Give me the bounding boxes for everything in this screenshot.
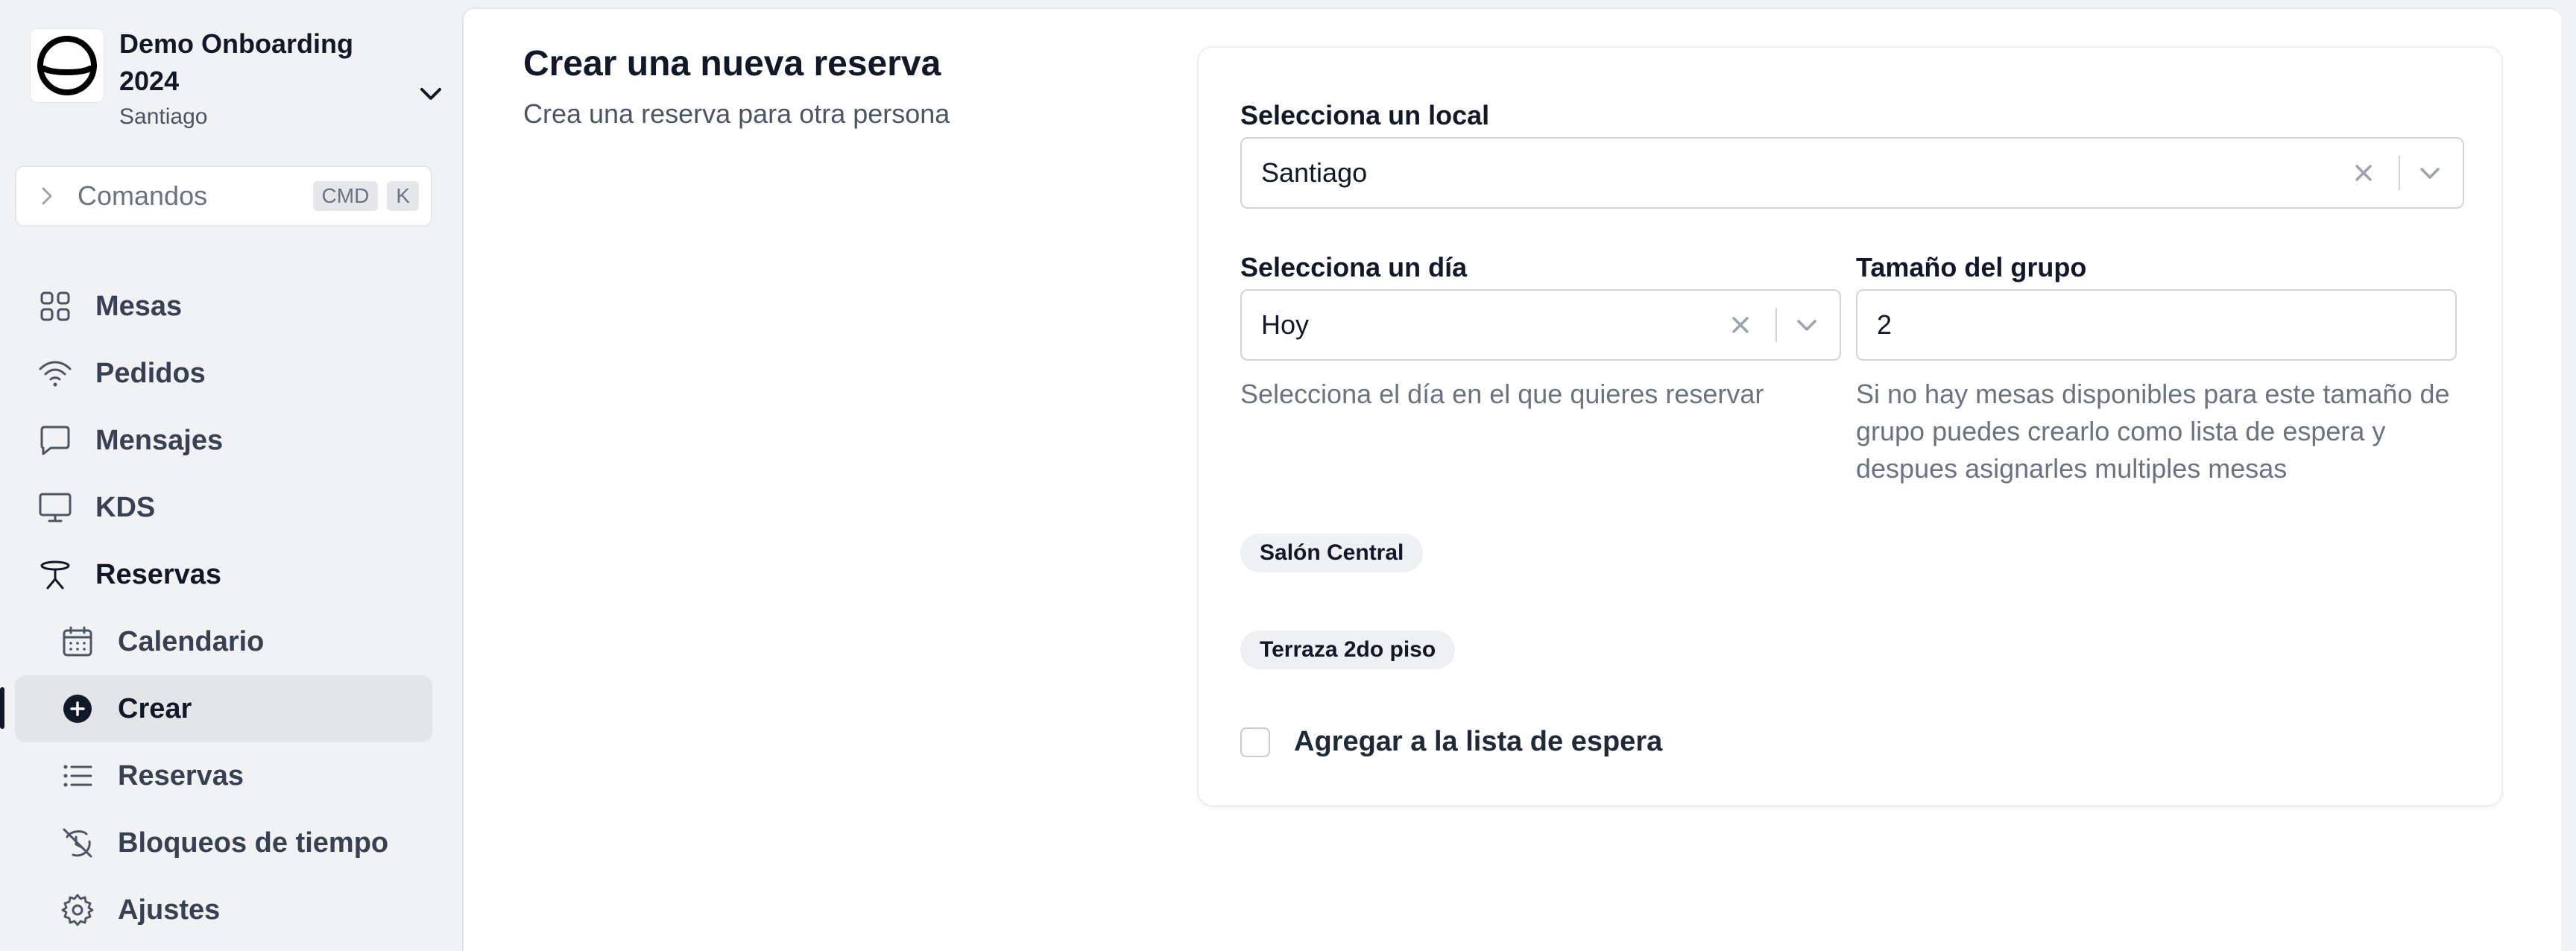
wifi-icon	[39, 361, 72, 387]
reservation-form-card: Selecciona un local Santiago Selecciona …	[1197, 46, 2503, 806]
local-label: Selecciona un local	[1240, 100, 1490, 130]
sidebar-item-calendario[interactable]: Calendario	[15, 608, 432, 675]
calendar-icon	[63, 626, 92, 657]
dia-select-value: Hoy	[1261, 309, 1310, 340]
dia-help-text: Selecciona el día en el que quieres rese…	[1240, 379, 1764, 409]
chevron-down-icon[interactable]	[416, 79, 446, 109]
sidebar-item-label: Crear	[118, 692, 192, 724]
waitlist-label: Agregar a la lista de espera	[1294, 726, 1663, 757]
grupo-help-text: Si no hay mesas disponibles para este ta…	[1856, 379, 2450, 484]
org-logo-icon	[30, 28, 104, 103]
group-size-input[interactable]: 2	[1856, 289, 2457, 361]
org-location: Santiago	[119, 104, 208, 129]
grupo-label: Tamaño del grupo	[1856, 252, 2087, 282]
shortcut-key-k: K	[387, 181, 419, 211]
local-select[interactable]: Santiago	[1240, 137, 2464, 209]
zone-badge-terraza[interactable]: Terraza 2do piso	[1240, 631, 1456, 669]
command-palette-button[interactable]: Comandos CMD K	[15, 165, 432, 227]
local-select-value: Santiago	[1261, 157, 1368, 188]
sidebar-item-mesas[interactable]: Mesas	[15, 273, 432, 340]
sidebar-item-ajustes[interactable]: Ajustes	[15, 876, 432, 944]
clear-icon[interactable]	[2351, 160, 2376, 186]
plus-circle-icon	[63, 695, 92, 723]
list-icon	[63, 765, 92, 787]
dia-select[interactable]: Hoy	[1240, 289, 1841, 361]
sidebar-item-label: KDS	[95, 491, 156, 523]
chevron-right-icon	[42, 187, 52, 205]
sidebar-item-reservas[interactable]: Reservas	[15, 541, 432, 608]
dia-label: Selecciona un día	[1240, 252, 1468, 282]
sidebar-item-bloqueos[interactable]: Bloqueos de tiempo	[15, 809, 432, 876]
sidebar-item-label: Ajustes	[118, 894, 221, 926]
sidebar-item-label: Reservas	[95, 558, 222, 590]
waitlist-checkbox-row[interactable]: Agregar a la lista de espera	[1240, 726, 1662, 758]
page-title: Crear una nueva reserva	[523, 44, 941, 83]
sidebar-item-label: Mesas	[95, 290, 183, 322]
sidebar-item-reservas-list[interactable]: Reservas	[15, 742, 432, 809]
main-panel: Crear una nueva reserva Crea una reserva…	[462, 7, 2561, 951]
waitlist-checkbox[interactable]	[1240, 727, 1270, 757]
table-reservation-icon	[40, 560, 70, 590]
sidebar: Demo Onboarding 2024 Santiago Comandos C…	[0, 0, 461, 951]
zone-badge-salon-central[interactable]: Salón Central	[1240, 534, 1424, 572]
select-separator	[1775, 308, 1777, 342]
sidebar-item-pedidos[interactable]: Pedidos	[15, 340, 432, 407]
page-subtitle: Crea una reserva para otra persona	[523, 98, 950, 129]
chevron-down-icon[interactable]	[2416, 159, 2443, 186]
shortcut-key-cmd: CMD	[312, 181, 379, 211]
gear-icon	[61, 894, 94, 926]
sidebar-item-label: Pedidos	[95, 357, 206, 389]
select-separator	[2399, 156, 2400, 190]
chevron-down-icon[interactable]	[1793, 312, 1820, 338]
org-switcher[interactable]: Demo Onboarding 2024 Santiago	[30, 25, 441, 129]
slash-clock-icon	[63, 828, 92, 858]
grid-icon	[40, 291, 70, 321]
sidebar-item-mensajes[interactable]: Mensajes	[15, 407, 432, 474]
command-label: Comandos	[78, 180, 208, 211]
sidebar-item-label: Mensajes	[95, 424, 224, 456]
sidebar-item-kds[interactable]: KDS	[15, 474, 432, 541]
sidebar-item-label: Reservas	[118, 759, 244, 792]
monitor-icon	[39, 493, 72, 522]
message-icon	[40, 426, 70, 455]
org-name: Demo Onboarding 2024	[119, 28, 353, 96]
clear-icon[interactable]	[1728, 312, 1753, 338]
active-indicator	[0, 687, 4, 729]
sidebar-item-label: Bloqueos de tiempo	[118, 827, 389, 859]
sidebar-item-crear[interactable]: Crear	[15, 675, 432, 742]
sidebar-item-label: Calendario	[118, 625, 265, 657]
